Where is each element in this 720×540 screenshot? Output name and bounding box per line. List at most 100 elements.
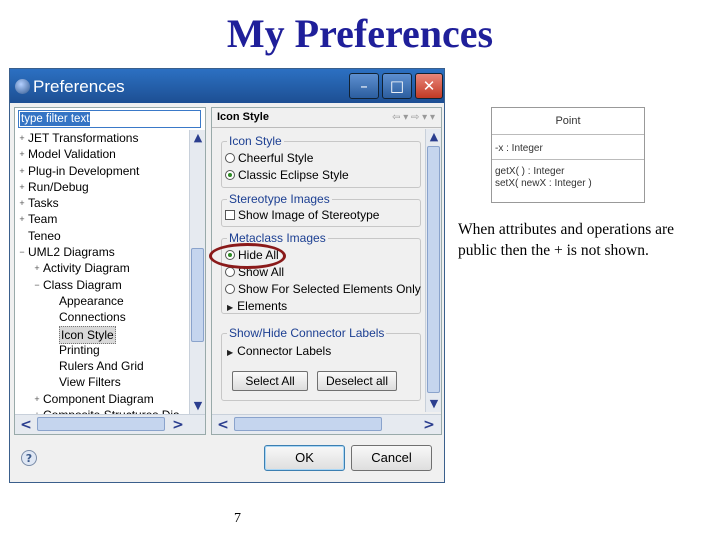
maximize-button[interactable]: □ [382,73,412,99]
tree-item-label: Class Diagram [43,277,122,292]
uml-operation: setX( newX : Integer ) [495,178,592,189]
slide-caption: When attributes and operations are publi… [458,221,675,259]
minimize-button[interactable]: – [349,73,379,99]
connector-labels-group: Show/Hide Connector Labels ▶ Connector La… [221,326,421,401]
expand-icon[interactable]: + [17,146,27,162]
elements-expander[interactable]: ▶ Elements [227,298,287,316]
tree-item[interactable]: + Team [15,211,183,227]
page-hscroll-thumb[interactable] [234,417,382,431]
page-horizontal-scrollbar[interactable]: < > [212,414,441,434]
deselect-all-button[interactable]: Deselect all [317,371,397,391]
tree-item-label: Connections [59,310,126,325]
tree-item[interactable]: + Model Validation [15,146,183,162]
tree-hscroll-thumb[interactable] [37,417,165,431]
connector-labels-expander[interactable]: ▶ Connector Labels [227,343,331,361]
show-image-of-stereotype-label: Show Image of Stereotype [238,208,380,222]
navigation-arrows-icon[interactable]: ⇦ ▾ ⇨ ▾ ▾ [392,108,435,127]
scroll-up-icon[interactable]: ▲ [190,130,205,146]
tree-item-label: Model Validation [28,147,116,162]
tree-item[interactable]: + Activity Diagram [15,260,183,276]
close-button[interactable]: ✕ [415,73,443,99]
page-body: Icon Style Cheerful Style Classic Eclips… [212,129,425,412]
select-all-button[interactable]: Select All [232,371,308,391]
tree-item-label: Appearance [59,293,124,308]
tree-item[interactable]: − Class Diagram [15,277,183,293]
tree-item-label: Plug-in Development [28,163,140,178]
tree-item[interactable]: Teneo [15,228,183,244]
tree-item[interactable]: View Filters [15,374,183,390]
expand-icon[interactable]: + [17,130,27,146]
tree-item-label: Teneo [28,228,61,243]
show-for-selected-label: Show For Selected Elements Only [238,282,421,296]
scroll-left-icon[interactable]: < [214,415,232,434]
tree-item[interactable]: + Tasks [15,195,183,211]
tree-item-label: JET Transformations [28,131,139,145]
connector-labels-group-title: Show/Hide Connector Labels [227,326,387,340]
scroll-down-icon[interactable]: ▼ [426,396,441,412]
tree-item-label: Team [28,212,58,227]
page-title: Icon Style ⇦ ▾ ⇨ ▾ ▾ [212,108,441,128]
tree-item-label: UML2 Diagrams [28,245,115,260]
tree-item[interactable]: Printing [15,342,183,358]
eclipse-icon [15,79,30,94]
elements-label: Elements [237,299,288,313]
tree-vertical-scrollbar[interactable]: ▲ ▼ [189,130,205,414]
uml-operation: getX( ) : Integer [495,166,565,177]
slide-title: My Preferences [226,11,494,56]
tree-item[interactable]: + Plug-in Development [15,163,183,179]
classic-eclipse-style-radio[interactable]: Classic Eclipse Style [225,167,349,183]
show-for-selected-radio[interactable]: Show For Selected Elements Only [225,281,421,297]
tree-item[interactable]: + Run/Debug [15,179,183,195]
scroll-left-icon[interactable]: < [17,415,35,434]
show-image-of-stereotype-checkbox[interactable]: Show Image of Stereotype [225,207,379,223]
preferences-window: Preferences – □ ✕ type filter text + JET … [9,68,445,483]
uml-attribute: -x : Integer [492,135,644,160]
radio-checked-icon [225,170,235,180]
tree-item-label: Icon Style [59,325,116,344]
ok-button[interactable]: OK [264,445,345,471]
tree-horizontal-scrollbar[interactable]: < > [15,414,205,434]
page-title-label: Icon Style [217,111,269,123]
window-title: Preferences [33,77,125,96]
expand-icon[interactable]: + [17,163,27,179]
page-scroll-thumb[interactable] [427,146,440,393]
classic-eclipse-style-label: Classic Eclipse Style [238,168,349,182]
expand-icon[interactable]: + [32,391,42,407]
scroll-right-icon[interactable]: > [169,415,187,434]
tree-item[interactable]: Icon Style [15,325,183,344]
expand-icon[interactable]: + [32,260,42,276]
cheerful-style-radio[interactable]: Cheerful Style [225,150,313,166]
scroll-right-icon[interactable]: > [420,415,438,434]
tree-scroll-thumb[interactable] [191,248,204,342]
tree-item-label: Rulers And Grid [59,359,144,374]
collapse-icon[interactable]: − [17,244,27,260]
icon-style-page: Icon Style ⇦ ▾ ⇨ ▾ ▾ Icon Style Cheerful… [211,107,442,435]
preferences-tree: + JET Transformations + Model Validation + Pl… [15,130,183,423]
help-icon[interactable]: ? [21,450,37,466]
tree-item[interactable]: Appearance [15,293,183,309]
expand-icon[interactable]: + [17,195,27,211]
page-number: 7 [234,511,241,526]
tree-item-label: Activity Diagram [43,261,130,276]
tree-item[interactable]: Rulers And Grid [15,358,183,374]
uml-operations: getX( ) : Integer setX( newX : Integer ) [492,160,644,190]
radio-unchecked-icon [225,267,235,277]
expand-icon[interactable]: + [17,211,27,227]
tree-item-label: Tasks [28,196,59,211]
tree-item[interactable]: Connections [15,309,183,325]
window-titlebar[interactable]: Preferences – □ ✕ [10,69,444,103]
page-vertical-scrollbar[interactable]: ▲ ▼ [425,129,441,412]
scroll-up-icon[interactable]: ▲ [426,129,441,145]
radio-unchecked-icon [225,284,235,294]
scroll-down-icon[interactable]: ▼ [190,398,205,414]
connector-labels-label: Connector Labels [237,344,332,358]
tree-item[interactable]: − UML2 Diagrams [15,244,183,260]
tree-item[interactable]: + Component Diagram [15,391,183,407]
cancel-button[interactable]: Cancel [351,445,432,471]
expand-icon[interactable]: + [17,179,27,195]
stereotype-images-group-title: Stereotype Images [227,192,332,206]
collapse-icon[interactable]: − [32,277,42,293]
uml-class-box: Point -x : Integer getX( ) : Integer set… [491,107,645,203]
tree-item[interactable]: + JET Transformations [15,130,183,146]
tree-item-label: Component Diagram [43,391,154,406]
